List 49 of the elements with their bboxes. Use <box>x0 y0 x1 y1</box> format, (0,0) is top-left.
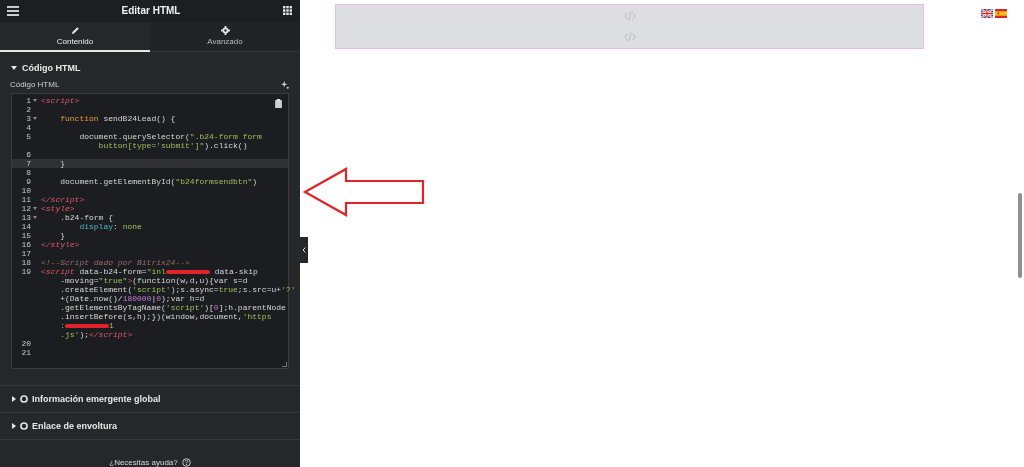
code-line: </style> <box>41 240 80 250</box>
line-number: 21 <box>21 348 31 358</box>
line-number: 13 <box>21 213 31 223</box>
code-line: function sendB24Lead() { <box>59 114 176 124</box>
line-number: 1 <box>26 96 31 106</box>
line-number: 17 <box>21 249 31 259</box>
code-line: <script data-b24-form="inl data-skip <box>41 267 258 277</box>
line-number: 3 <box>26 114 31 124</box>
code-line: -moving="true">(function(w,d,u){var s=d <box>59 276 248 286</box>
code-line: .getElementsByTagName('script')[0];h.parentNode <box>59 303 286 313</box>
code-line: } <box>59 231 65 241</box>
section-title[interactable]: Enlace de envoltura <box>32 421 118 432</box>
line-number: 5 <box>26 132 31 142</box>
line-number: 11 <box>21 195 31 205</box>
line-number: 16 <box>21 240 31 250</box>
line-number: 2 <box>26 105 31 115</box>
field-label: Código HTML <box>10 80 60 90</box>
code-line: display: none <box>78 222 142 232</box>
line-number: 6 <box>26 150 31 160</box>
code-line: <style> <box>41 204 75 214</box>
line-number: 18 <box>21 258 31 268</box>
line-number: 4 <box>26 123 31 133</box>
line-number: 20 <box>21 339 31 349</box>
section-title[interactable]: Código HTML <box>22 62 81 73</box>
panel-title: Editar HTML <box>121 5 181 17</box>
code-line: <!--Script dado por Bitrix24--> <box>41 258 190 268</box>
code-line: +(Date.now()/180000|0);var h=d <box>59 294 205 304</box>
code-line: .insertBefore(s,h);})(window,document,'https <box>59 312 272 322</box>
code-line: document.querySelector(".b24-form form <box>78 132 262 142</box>
line-number: 8 <box>26 168 31 178</box>
code-line: .js');</script> <box>59 330 133 340</box>
line-number: 15 <box>21 231 31 241</box>
line-number: 12 <box>21 204 31 214</box>
line-number: 14 <box>21 222 31 232</box>
line-number: 10 <box>21 186 31 196</box>
code-line: button[type='submit']").click() <box>97 141 248 151</box>
help-link[interactable]: ¿Necesitas ayuda? <box>109 458 178 467</box>
code-line: <script> <box>41 96 80 106</box>
line-number: 7 <box>26 159 31 169</box>
line-number: 9 <box>26 177 31 187</box>
code-line: } <box>59 159 65 169</box>
panel-tab[interactable]: Avanzado <box>150 21 300 52</box>
code-line: : 1 <box>59 321 114 331</box>
code-line: .createElement('script');s.async=true;s.src=u+'?' <box>59 285 296 295</box>
section-title[interactable]: Información emergente global <box>32 394 161 405</box>
code-line: document.getElementById("b24formsendbtn") <box>59 177 258 187</box>
code-line: .b24-form { <box>59 213 113 223</box>
code-line: </script> <box>41 195 85 205</box>
line-number: 19 <box>21 267 31 277</box>
